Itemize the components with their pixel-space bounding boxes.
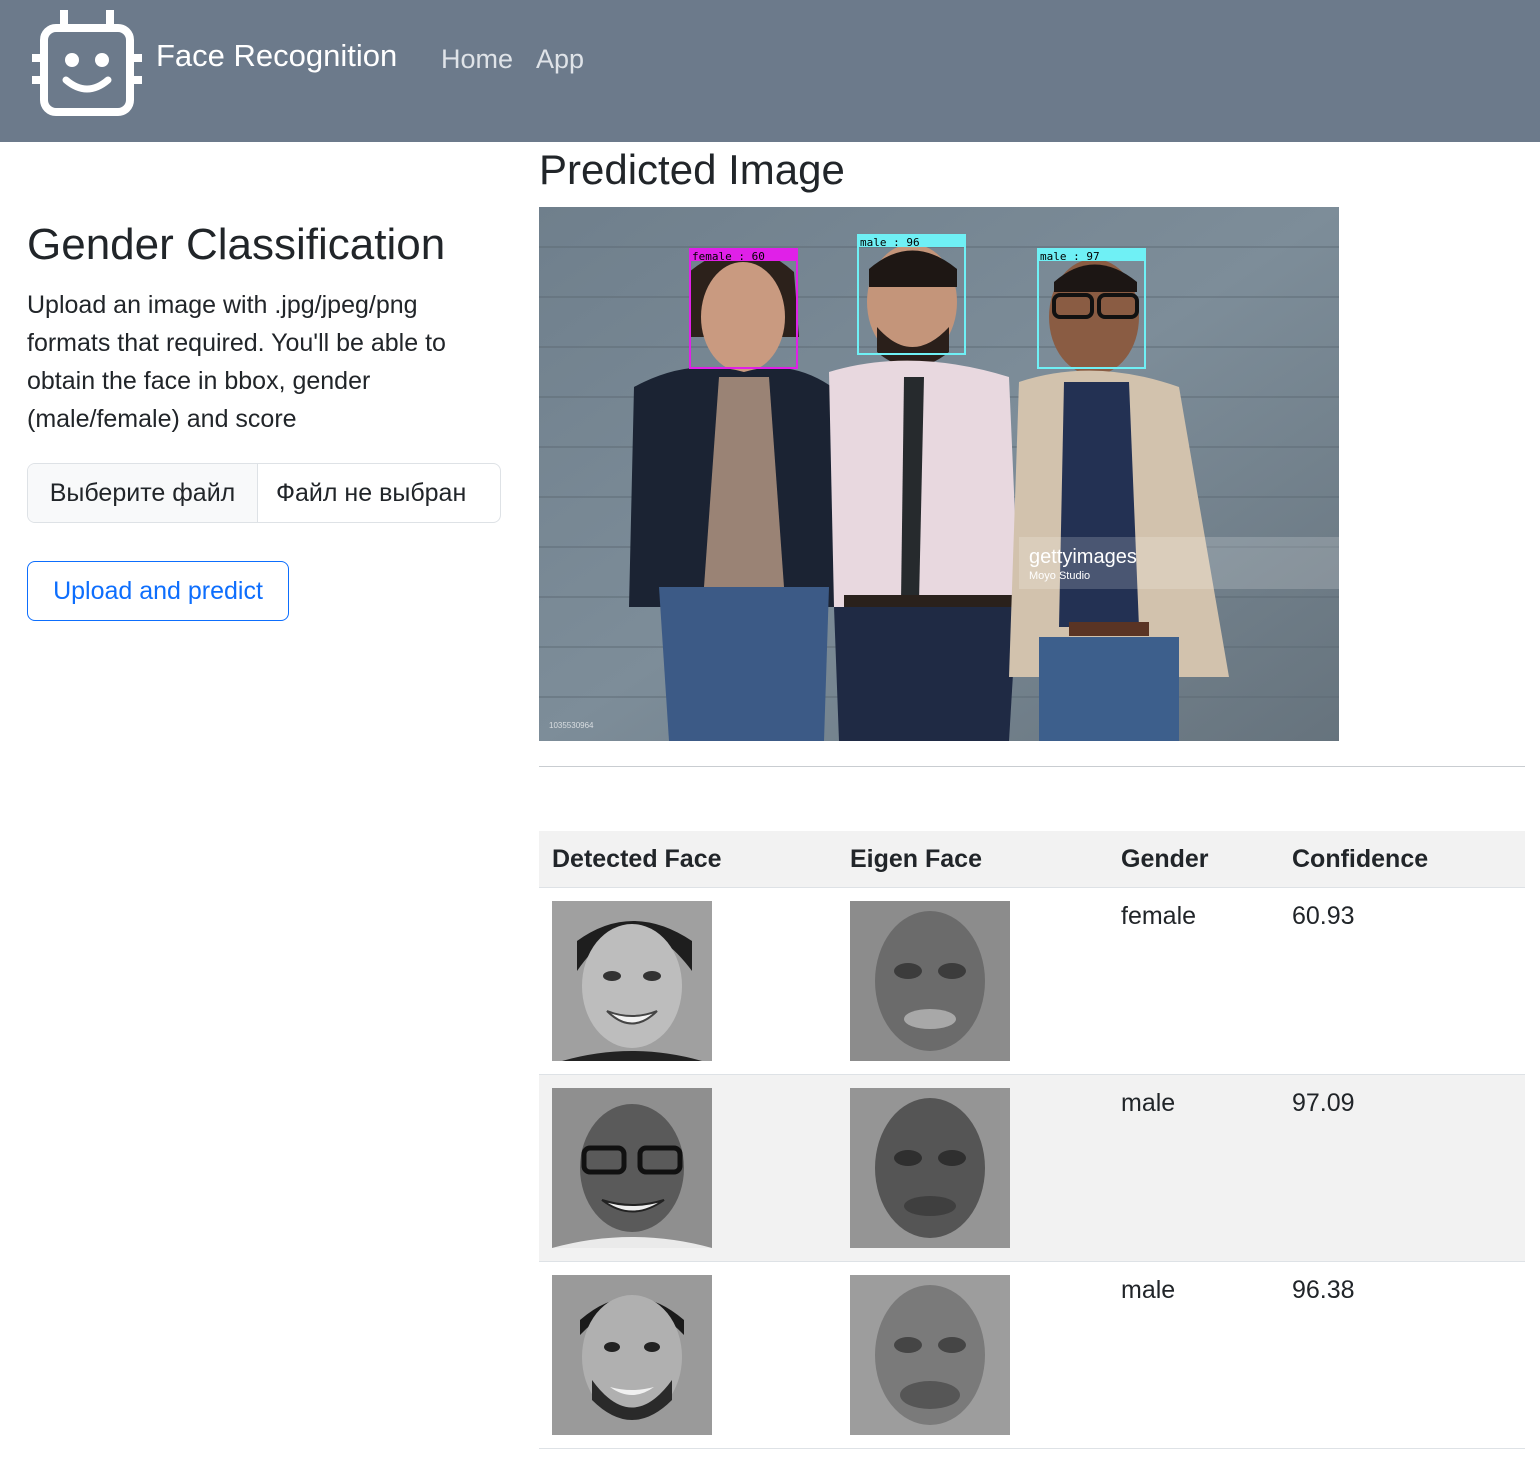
upload-panel-title: Gender Classification: [27, 220, 446, 269]
nav-app-link[interactable]: App: [536, 44, 584, 75]
image-id: 1035530964: [549, 721, 594, 730]
table-row: female 60.93: [539, 888, 1525, 1075]
confidence-value: 97.09: [1292, 1089, 1355, 1117]
results-table: Detected Face Eigen Face Gender Confiden…: [539, 831, 1525, 1449]
robot-face-icon[interactable]: [32, 8, 142, 116]
eigen-face-image: [850, 1088, 1010, 1248]
box-label-female: female : 60: [692, 250, 765, 263]
detected-face-image: [552, 1088, 712, 1248]
gender-value: male: [1121, 1089, 1176, 1117]
file-status-text: Файл не выбран: [276, 478, 467, 507]
navbar: Face Recognition Home App: [0, 0, 1540, 142]
divider: [539, 766, 1525, 767]
header-confidence: Confidence: [1292, 845, 1429, 873]
nav-home-link[interactable]: Home: [441, 44, 513, 75]
predicted-image: female : 60 male : 96 male : 97 gettyima…: [539, 207, 1339, 741]
header-detected-face: Detected Face: [552, 845, 722, 873]
detected-face-image: [552, 901, 712, 1061]
upload-description: Upload an image with .jpg/jpeg/png forma…: [27, 291, 446, 433]
gender-value: male: [1121, 1276, 1176, 1304]
header-eigen-face: Eigen Face: [850, 845, 982, 873]
table-row: male 96.38: [539, 1262, 1525, 1449]
choose-file-button[interactable]: Выберите файл: [28, 464, 258, 522]
confidence-value: 96.38: [1292, 1276, 1355, 1304]
upload-predict-button[interactable]: Upload and predict: [27, 561, 289, 621]
detected-face-image: [552, 1275, 712, 1435]
predicted-image-title: Predicted Image: [539, 146, 845, 193]
file-input[interactable]: Выберите файл Файл не выбран: [27, 463, 501, 523]
box-label-male-2: male : 97: [1040, 250, 1100, 263]
eigen-face-image: [850, 901, 1010, 1061]
box-label-male-1: male : 96: [860, 236, 920, 249]
watermark-logo: gettyimages: [1029, 546, 1137, 568]
watermark-credit: Moyo Studio: [1029, 570, 1090, 582]
table-row: male 97.09: [539, 1075, 1525, 1262]
table-header: Detected Face Eigen Face Gender Confiden…: [539, 831, 1525, 888]
confidence-value: 60.93: [1292, 902, 1355, 930]
brand-title[interactable]: Face Recognition: [156, 38, 397, 74]
gender-value: female: [1121, 902, 1197, 930]
header-gender: Gender: [1121, 845, 1209, 873]
eigen-face-image: [850, 1275, 1010, 1435]
